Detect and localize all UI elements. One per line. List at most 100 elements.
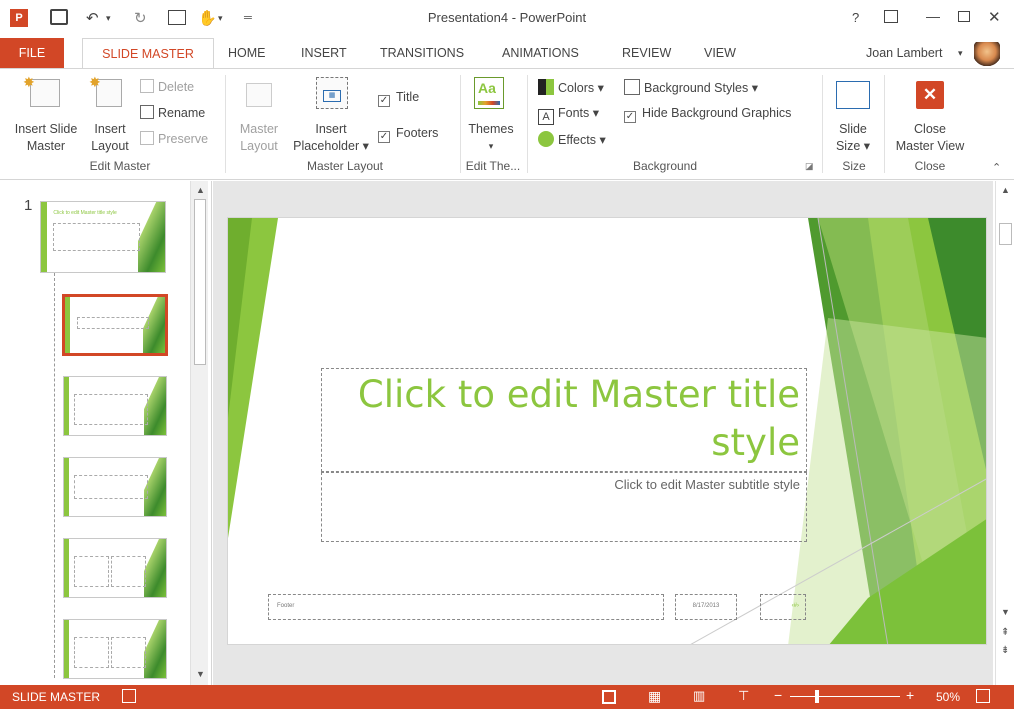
editor-scrollbar[interactable]: ▲ ▼ ⇞ ⇟ [995,181,1014,685]
help-button[interactable]: ? [852,10,859,25]
insert-layout-label-1: Insert [94,122,126,136]
dialog-launcher-icon[interactable]: ◪ [805,161,814,172]
master-layout-button[interactable]: Master Layout [236,121,282,155]
footers-checkbox[interactable]: ✓ Footers [378,125,438,143]
user-name[interactable]: Joan Lambert [858,38,950,68]
slide-sorter-view-icon[interactable]: ▦ [648,688,661,705]
zoom-in-button[interactable]: + [906,687,914,703]
footer-placeholder[interactable]: Footer [268,594,664,620]
normal-view-icon[interactable] [602,690,616,704]
insert-placeholder-button[interactable]: Insert Placeholder ▾ [286,121,376,155]
rename-label: Rename [158,106,206,120]
footer-text: Footer [277,603,295,609]
reading-view-icon[interactable]: ▥ [693,688,705,704]
slide-show-icon[interactable]: ⊤ [738,688,749,704]
master-layout-icon[interactable] [246,83,272,107]
scroll-thumb[interactable] [999,223,1012,245]
next-slide-icon[interactable]: ⇟ [1001,645,1009,656]
layout-thumbnail[interactable] [63,538,167,598]
tab-view[interactable]: VIEW [696,38,744,68]
insert-placeholder-icon[interactable]: ▦ [316,77,348,109]
delete-label: Delete [158,80,195,94]
avatar[interactable] [974,42,1000,66]
zoom-slider[interactable] [790,696,900,697]
slide-number: 1 [24,197,33,214]
group-separator [884,75,885,173]
delete-button[interactable]: Delete [140,79,194,96]
layout-thumbnail[interactable] [63,376,167,436]
rename-icon [140,105,154,119]
themes-button[interactable]: Themes ▾ [464,121,518,155]
layout-thumbnail[interactable] [63,619,167,679]
preserve-label: Preserve [158,132,209,146]
layout-thumbnail[interactable] [63,457,167,517]
title-placeholder[interactable]: Click to edit Master title style [321,368,807,472]
master-layout-label-1: Master [239,122,279,136]
view-mode-label: SLIDE MASTER [12,690,101,704]
group-separator [225,75,226,173]
tab-review[interactable]: REVIEW [614,38,679,68]
previous-slide-icon[interactable]: ⇞ [1001,627,1009,638]
insert-layout-icon[interactable]: ✸ [89,74,122,107]
connector-line [54,273,55,678]
colors-button[interactable]: Colors ▾ [538,79,604,97]
title-checkbox-label: Title [396,90,420,104]
slide-number-text: ‹#› [791,603,799,609]
themes-icon[interactable]: Aa [474,77,504,109]
thumbnail-scrollbar[interactable]: ▲ ▼ [190,181,208,685]
tab-slide-master[interactable]: SLIDE MASTER [82,38,214,69]
insert-placeholder-label-1: Insert [315,122,347,136]
title-text-line-1: Click to edit Master title [357,373,800,416]
slide-canvas[interactable]: Click to edit Master title style Click t… [227,217,987,645]
colors-label: Colors ▾ [558,81,604,95]
master-thumbnail[interactable]: Click to edit Master title style [40,201,166,273]
close-master-view-label-2: Master View [895,139,965,153]
insert-layout-button[interactable]: Insert Layout [88,121,132,155]
minimize-button[interactable]: — [926,8,940,24]
zoom-level[interactable]: 50% [936,690,960,704]
close-master-view-button[interactable]: Close Master View [890,121,970,155]
effects-button[interactable]: Effects ▾ [538,131,606,149]
tab-transitions[interactable]: TRANSITIONS [372,38,472,68]
scroll-down-arrow[interactable]: ▼ [196,669,205,679]
tab-insert[interactable]: INSERT [293,38,355,68]
scroll-thumb[interactable] [194,199,206,365]
hide-background-graphics-checkbox[interactable]: ✓ Hide Background Graphics [624,105,791,123]
tab-file[interactable]: FILE [0,38,64,68]
tab-home[interactable]: HOME [220,38,274,68]
maximize-button[interactable] [958,11,970,22]
zoom-slider-thumb[interactable] [815,690,819,703]
background-styles-button[interactable]: Background Styles ▾ [624,79,758,97]
ribbon: ✸ Insert Slide Master ✸ Insert Layout De… [0,68,1014,180]
slide-size-button[interactable]: Slide Size ▾ [828,121,878,155]
close-master-view-icon[interactable]: ✕ [916,81,944,109]
fonts-button[interactable]: A Fonts ▾ [538,105,599,125]
dropdown-icon[interactable]: ▾ [958,48,963,59]
collapse-ribbon-icon[interactable]: ⌃ [992,161,1001,174]
fit-slide-icon[interactable] [976,689,990,703]
close-window-button[interactable]: ✕ [988,8,1001,26]
slide-size-icon[interactable] [836,81,870,109]
insert-layout-label-2: Layout [91,139,129,153]
tab-animations[interactable]: ANIMATIONS [494,38,587,68]
title-checkbox[interactable]: ✓ Title [378,89,419,107]
layout-thumbnail[interactable] [62,294,168,356]
zoom-out-button[interactable]: − [774,687,782,703]
scroll-up-arrow[interactable]: ▲ [1001,185,1010,195]
preserve-button[interactable]: Preserve [140,131,208,148]
scroll-up-arrow[interactable]: ▲ [196,185,205,195]
date-placeholder[interactable]: 8/17/2013 [675,594,737,620]
slide-number-placeholder[interactable]: ‹#› [760,594,806,620]
insert-slide-master-button[interactable]: Insert Slide Master [14,121,78,155]
title-text-line-2: style [711,421,800,464]
rename-button[interactable]: Rename [140,105,205,122]
ribbon-display-options-button[interactable] [884,10,898,23]
scroll-down-arrow[interactable]: ▼ [1001,607,1010,617]
insert-slide-master-icon[interactable]: ✸ [23,74,60,107]
delete-icon [140,79,154,93]
status-bar: SLIDE MASTER ▦ ▥ ⊤ − + 50% [0,685,1014,709]
subtitle-placeholder[interactable]: Click to edit Master subtitle style [321,472,807,542]
insert-slide-master-label-1: Insert Slide [14,122,78,136]
spelling-check-icon[interactable] [122,689,136,703]
edit-theme-group-label: Edit The... [465,159,521,173]
